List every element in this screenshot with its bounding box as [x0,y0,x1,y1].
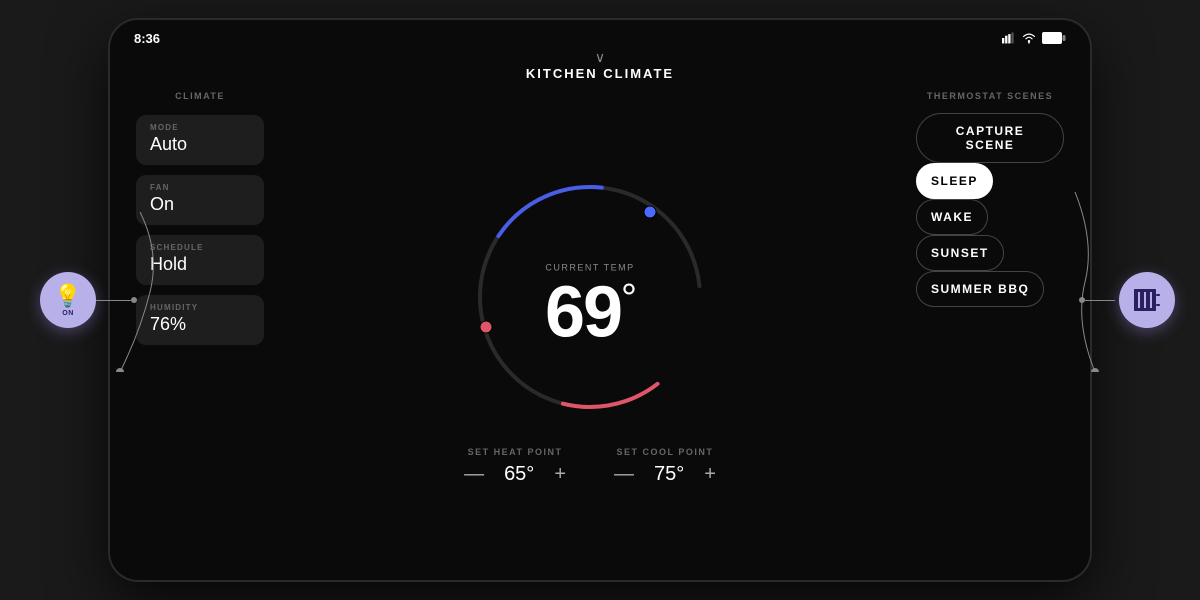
tablet-device: 8:36 ∨ KITCHEN CLIM [110,20,1090,580]
chevron-down-icon[interactable]: ∨ [595,50,605,64]
left-node-line [90,212,190,372]
mode-card[interactable]: MODE Auto [136,115,264,165]
heat-point-label: SET HEAT POINT [460,447,570,457]
right-node-container [1079,272,1175,328]
heat-point-controls: — 65° + [460,463,570,486]
set-points: SET HEAT POINT — 65° + SET COOL POINT — … [460,447,720,486]
main-content: CLIMATE MODE Auto FAN On SCHEDULE Hold H… [110,81,1090,581]
scene-button-0[interactable]: CAPTURE SCENE [916,113,1064,163]
cool-point-plus-button[interactable]: + [700,464,720,484]
temp-display: CURRENT TEMP 69° [545,262,635,348]
scene-button-3[interactable]: SUNSET [916,235,1004,271]
heat-point-plus-button[interactable]: + [550,464,570,484]
fan-label: FAN [150,183,250,192]
right-node-circle[interactable] [1119,272,1175,328]
cool-point-controls: — 75° + [610,463,720,486]
battery-icon [1042,31,1066,45]
heat-point-group: SET HEAT POINT — 65° + [460,447,570,486]
status-time: 8:36 [134,31,160,46]
fan-value: On [150,194,174,214]
scene-button-1[interactable]: SLEEP [916,163,993,199]
page-title: KITCHEN CLIMATE [526,66,674,81]
scene-button-4[interactable]: SUMMER BBQ [916,271,1044,307]
cool-point-label: SET COOL POINT [610,447,720,457]
scene-button-2[interactable]: WAKE [916,199,988,235]
bulb-icon: 💡 [54,283,81,309]
center-panel: CURRENT TEMP 69° SET HEAT POINT — 65° + [280,81,900,581]
radiator-icon [1132,285,1162,315]
mode-label: MODE [150,123,250,132]
current-temp-label: CURRENT TEMP [545,262,635,272]
left-node-container: 💡 ON [40,272,137,328]
signal-icon [1002,31,1016,45]
wifi-icon [1022,31,1036,45]
mode-value: Auto [150,134,187,154]
left-node-label: ON [62,310,74,317]
header: ∨ KITCHEN CLIMATE [110,50,1090,81]
left-node-circle[interactable]: 💡 ON [40,272,96,328]
status-icons [1002,31,1066,45]
status-bar: 8:36 [110,20,1090,48]
current-temp-value: 69° [545,272,635,352]
cool-point-group: SET COOL POINT — 75° + [610,447,720,486]
climate-section-label: CLIMATE [136,91,264,101]
heat-point-value: 65° [504,463,534,486]
cool-point-value: 75° [654,463,684,486]
thermostat-dial[interactable]: CURRENT TEMP 69° [450,157,730,437]
scenes-section-label: THERMOSTAT SCENES [916,91,1064,101]
heat-point-minus-button[interactable]: — [460,464,488,484]
cool-point-minus-button[interactable]: — [610,464,638,484]
right-node-line [1045,192,1125,372]
scenes-list: CAPTURE SCENESLEEPWAKESUNSETSUMMER BBQ [916,113,1064,307]
